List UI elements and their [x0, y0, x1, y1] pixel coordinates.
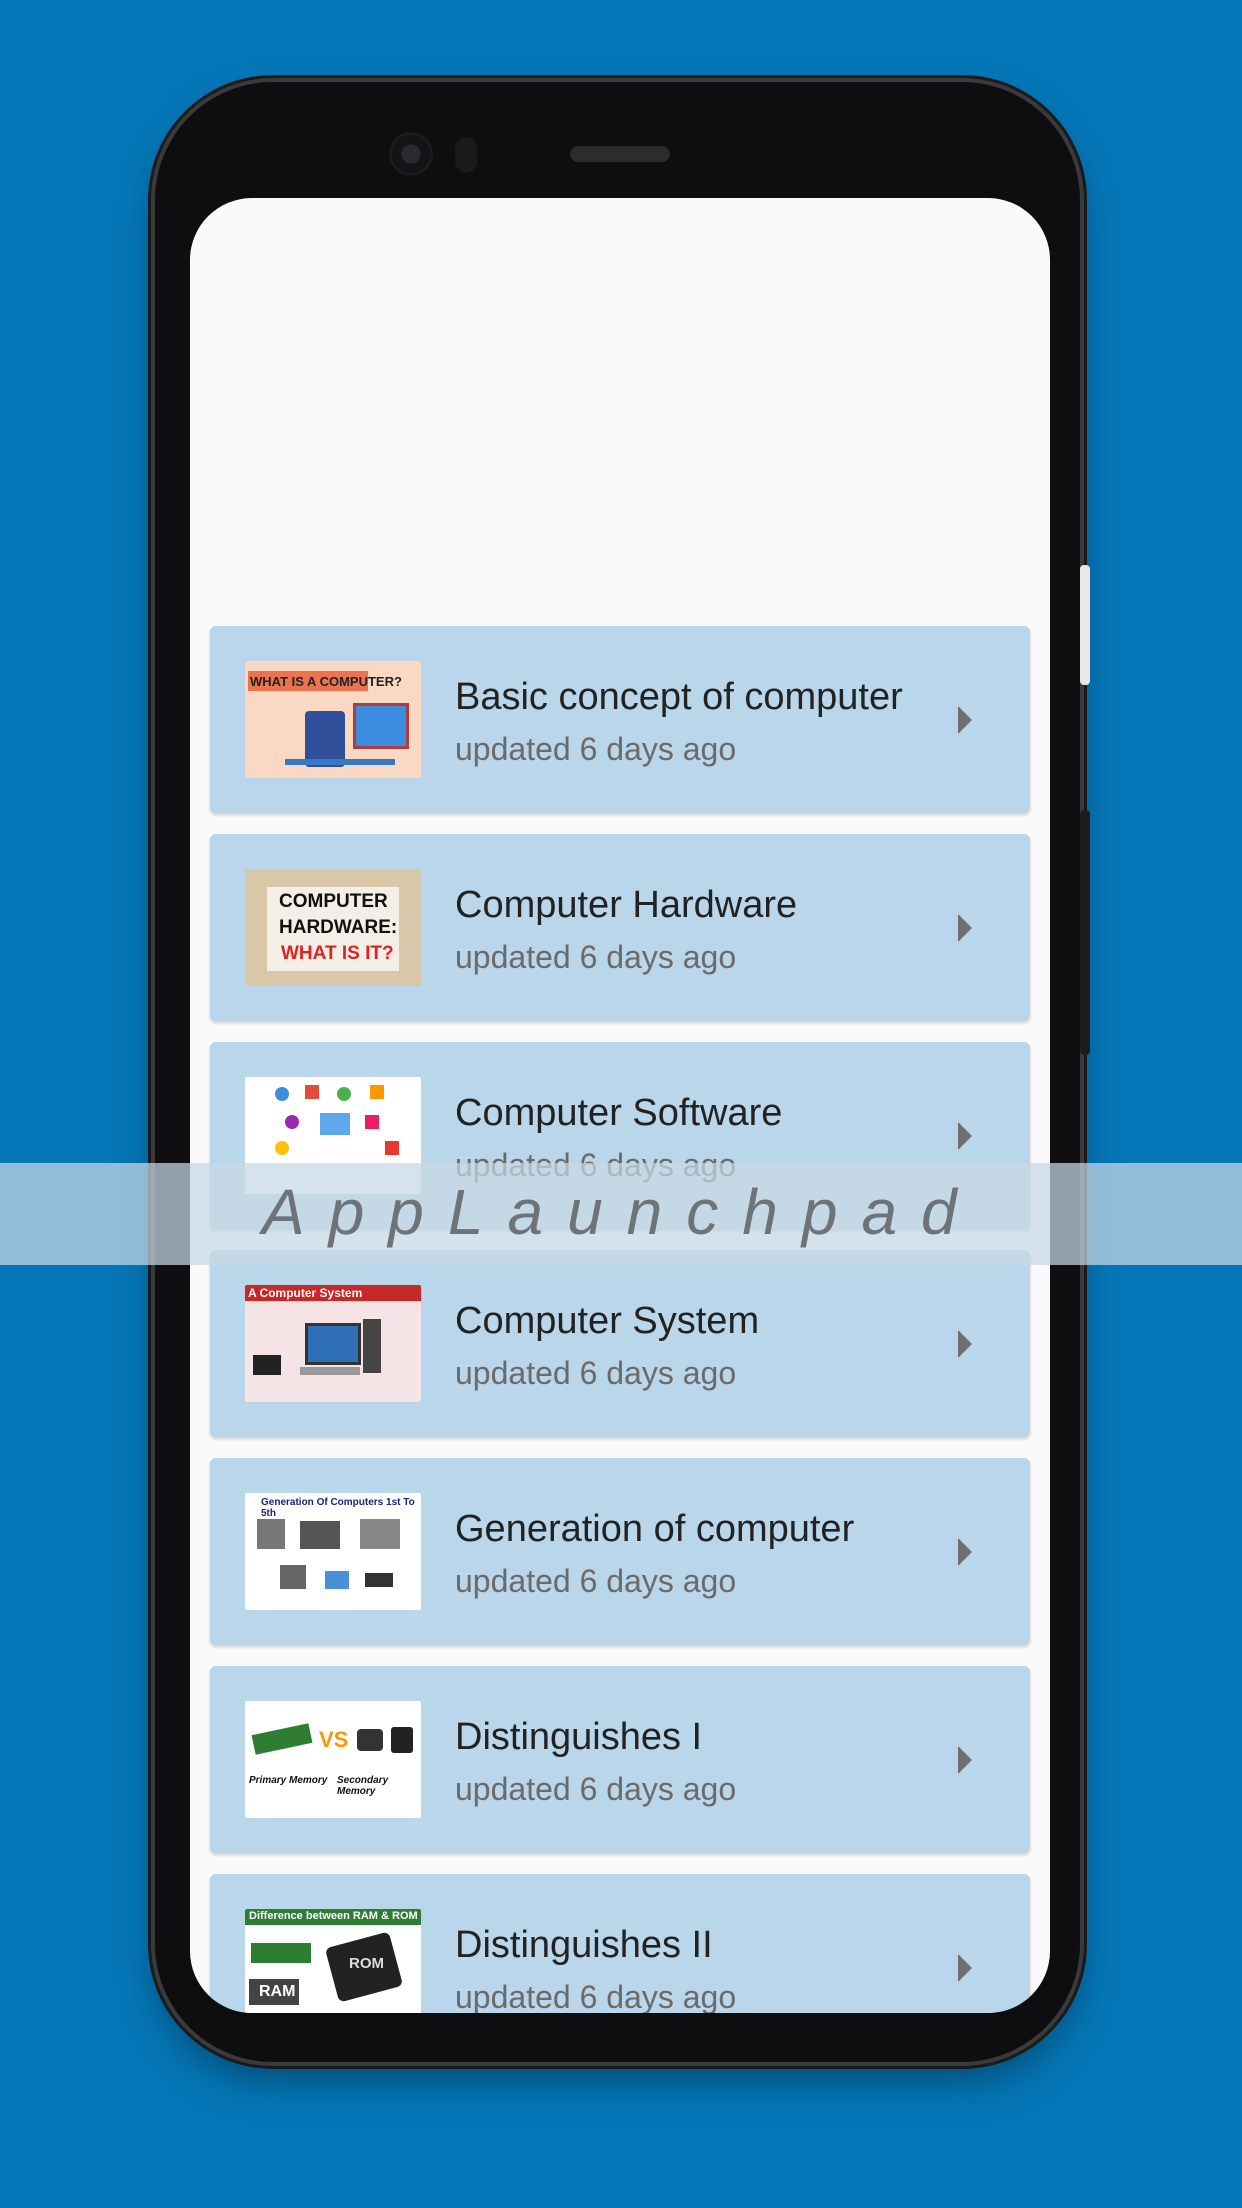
thumbnail-image: WHAT IS A COMPUTER? [245, 661, 421, 778]
thumbnail-caption: HARDWARE: [279, 917, 398, 938]
item-title: Computer System [455, 1300, 760, 1342]
thumbnail-caption: VS [319, 1727, 349, 1752]
item-subtitle: updated 6 days ago [455, 1771, 737, 1807]
thumbnail-caption: WHAT IS A COMPUTER? [250, 674, 402, 689]
chevron-right-icon [958, 914, 972, 942]
volume-button [1080, 810, 1090, 1055]
chevron-right-icon [958, 1122, 972, 1150]
list-item[interactable]: WHAT IS A COMPUTER? Basic concept of com… [210, 626, 1030, 813]
watermark-text: AppLaunchpad [262, 1176, 981, 1248]
thumbnail-image: Difference between RAM & ROM RAM ROM [245, 1909, 421, 2013]
thumbnail-caption: Secondary Memory [337, 1775, 389, 1797]
chevron-right-icon [958, 1330, 972, 1358]
front-camera [392, 135, 430, 173]
chevron-right-icon [958, 1538, 972, 1566]
proximity-sensor [455, 137, 477, 173]
thumbnail-caption: WHAT IS IT? [281, 943, 394, 964]
item-subtitle: updated 6 days ago [455, 1355, 737, 1391]
thumbnail-image: A Computer System [245, 1285, 421, 1402]
item-subtitle: updated 6 days ago [455, 1979, 737, 2013]
topic-list: WHAT IS A COMPUTER? Basic concept of com… [190, 626, 1050, 2013]
chevron-right-icon [958, 1746, 972, 1774]
list-item[interactable]: COMPUTER HARDWARE: WHAT IS IT? Computer … [210, 834, 1030, 1021]
thumbnail-caption: COMPUTER [279, 891, 388, 912]
app-screen: WHAT IS A COMPUTER? Basic concept of com… [190, 198, 1050, 2013]
thumbnail-caption: ROM [349, 1955, 384, 1972]
thumbnail-image: VS Primary Memory Secondary Memory [245, 1701, 421, 1818]
item-title: Distinguishes II [455, 1924, 713, 1966]
chevron-right-icon [958, 706, 972, 734]
item-subtitle: updated 6 days ago [455, 1563, 737, 1599]
item-title: Computer Software [455, 1092, 783, 1134]
list-item[interactable]: VS Primary Memory Secondary Memory Disti… [210, 1666, 1030, 1853]
header-area [190, 198, 1050, 626]
item-title: Generation of computer [455, 1508, 855, 1550]
chevron-right-icon [958, 1954, 972, 1982]
item-title: Basic concept of computer [455, 676, 903, 718]
thumbnail-caption: Difference between RAM & ROM [249, 1910, 418, 1922]
item-subtitle: updated 6 days ago [455, 939, 737, 975]
watermark-banner: AppLaunchpad [0, 1163, 1242, 1265]
earpiece-speaker [570, 146, 670, 162]
thumbnail-caption: A Computer System [248, 1286, 363, 1300]
thumbnail-caption: Primary Memory [249, 1775, 328, 1786]
list-item[interactable]: A Computer System Computer System update… [210, 1250, 1030, 1437]
item-title: Distinguishes I [455, 1716, 703, 1758]
thumbnail-caption: Generation Of Computers 1st To 5th [261, 1497, 415, 1519]
power-button [1080, 565, 1090, 685]
list-item[interactable]: Difference between RAM & ROM RAM ROM Dis… [210, 1874, 1030, 2013]
thumbnail-image: Generation Of Computers 1st To 5th [245, 1493, 421, 1610]
item-title: Computer Hardware [455, 884, 798, 926]
thumbnail-caption: RAM [259, 1983, 296, 2000]
thumbnail-image: COMPUTER HARDWARE: WHAT IS IT? [245, 869, 421, 986]
item-subtitle: updated 6 days ago [455, 731, 737, 767]
list-item[interactable]: Generation Of Computers 1st To 5th Gener… [210, 1458, 1030, 1645]
